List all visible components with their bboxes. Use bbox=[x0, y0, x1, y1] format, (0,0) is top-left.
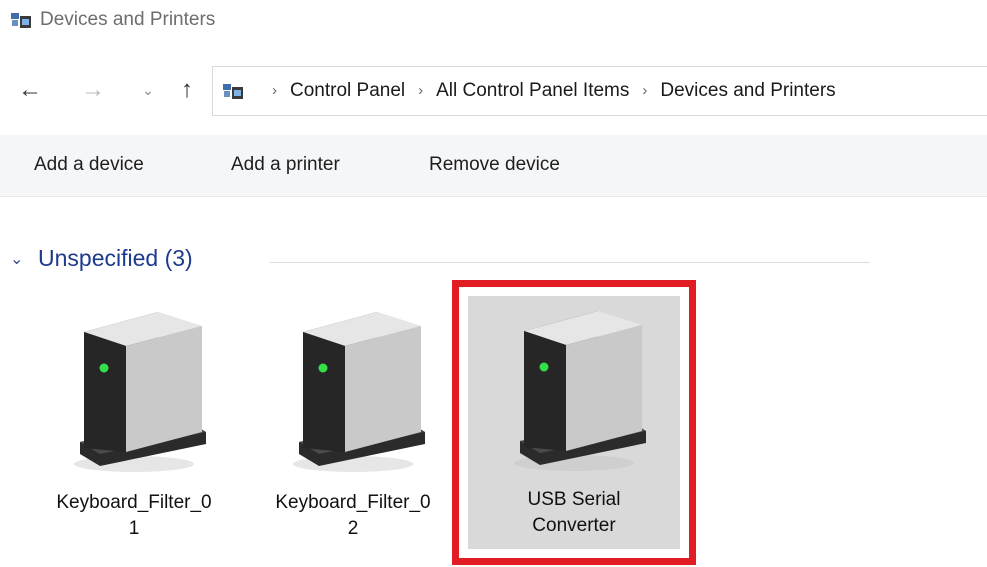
device-tower-icon bbox=[514, 311, 646, 471]
back-arrow-icon[interactable]: ← bbox=[17, 77, 43, 103]
devices-printers-icon bbox=[223, 84, 243, 99]
device-tower-icon bbox=[293, 312, 425, 472]
up-arrow-icon[interactable]: ↑ bbox=[174, 77, 200, 103]
device-tile[interactable]: Keyboard_Filter_0 2 bbox=[253, 290, 453, 552]
chevron-down-icon[interactable]: ⌄ bbox=[10, 249, 23, 269]
breadcrumb-control-panel[interactable]: Control Panel bbox=[290, 80, 405, 101]
command-bar: Add a device Add a printer Remove device bbox=[0, 135, 987, 197]
breadcrumb-separator-icon[interactable]: › bbox=[418, 82, 423, 99]
chevron-down-icon[interactable]: ⌄ bbox=[135, 77, 161, 103]
device-label: Keyboard_Filter_0 1 bbox=[56, 492, 212, 539]
title-bar: Devices and Printers bbox=[0, 0, 987, 44]
breadcrumb: › Control Panel › All Control Panel Items › D… bbox=[259, 80, 836, 102]
device-label: Keyboard_Filter_0 2 bbox=[275, 492, 431, 539]
forward-arrow-icon[interactable]: → bbox=[80, 77, 106, 103]
devices-printers-icon bbox=[11, 13, 31, 28]
navigation-row: ← → ⌄ ↑ › Control Panel › All Control Panel… bbox=[0, 66, 987, 116]
breadcrumb-separator-icon[interactable]: › bbox=[642, 82, 647, 99]
add-device-button[interactable]: Add a device bbox=[34, 154, 144, 176]
device-tile[interactable]: Keyboard_Filter_0 1 bbox=[34, 290, 234, 552]
group-divider bbox=[270, 262, 870, 263]
group-header-unspecified[interactable]: ⌄ Unspecified (3) bbox=[10, 245, 870, 281]
remove-device-button[interactable]: Remove device bbox=[429, 154, 560, 176]
address-bar[interactable]: › Control Panel › All Control Panel Items › D… bbox=[212, 66, 987, 116]
group-label: Unspecified (3) bbox=[38, 245, 193, 271]
breadcrumb-separator-icon[interactable]: › bbox=[272, 82, 277, 99]
breadcrumb-all-items[interactable]: All Control Panel Items bbox=[436, 80, 629, 101]
device-tile-selected[interactable]: USB Serial Converter bbox=[452, 280, 696, 565]
add-printer-button[interactable]: Add a printer bbox=[231, 154, 340, 176]
breadcrumb-devices-printers[interactable]: Devices and Printers bbox=[660, 80, 835, 101]
device-label: USB Serial Converter bbox=[527, 489, 621, 536]
window-title: Devices and Printers bbox=[40, 9, 216, 30]
device-tower-icon bbox=[74, 312, 206, 472]
